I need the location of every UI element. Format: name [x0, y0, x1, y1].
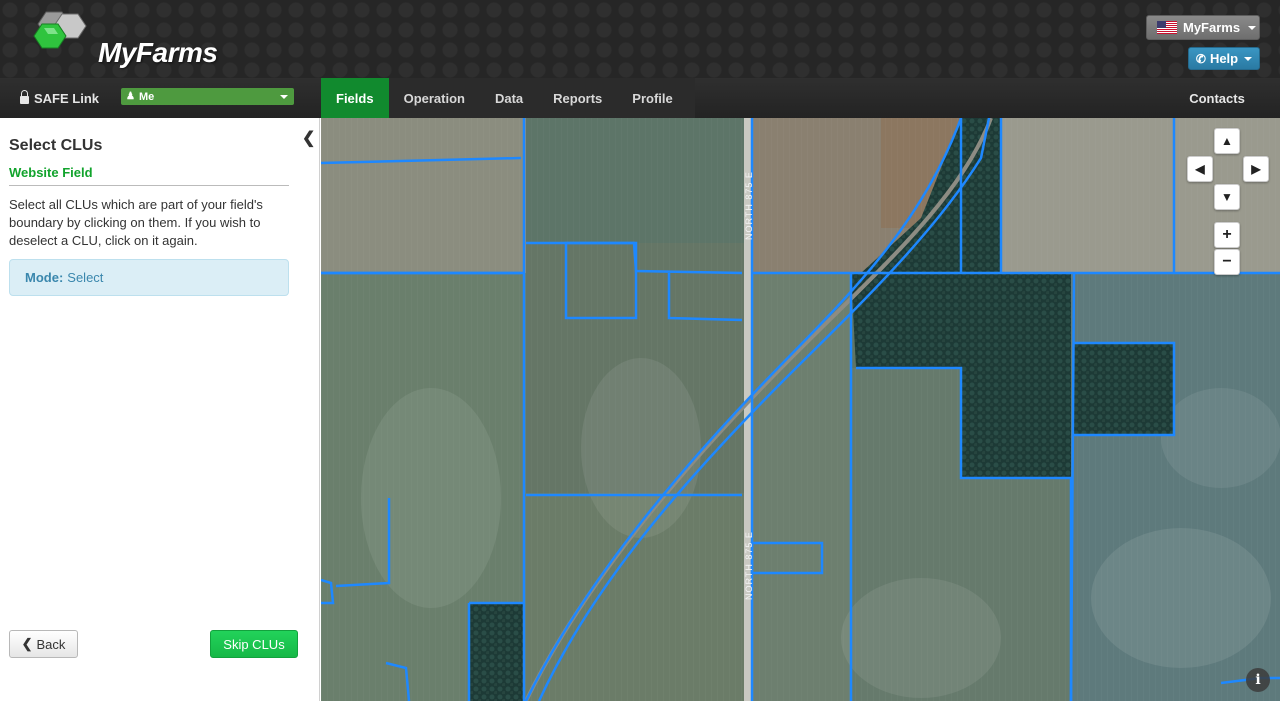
- app-header: MyFarms MyFarms ✆ Help: [0, 0, 1280, 78]
- mode-label: Mode:: [25, 270, 64, 285]
- caret-down-icon: [280, 95, 288, 99]
- back-label: Back: [36, 636, 66, 652]
- field-name: Website Field: [9, 165, 93, 180]
- account-label: MyFarms: [1183, 20, 1241, 35]
- panel-title: Select CLUs: [9, 137, 103, 154]
- instructions-text: Select all CLUs which are part of your f…: [9, 197, 263, 248]
- tab-profile[interactable]: Profile: [617, 78, 687, 118]
- caret-down-icon: [1244, 56, 1253, 61]
- info-icon[interactable]: i: [1246, 668, 1270, 692]
- map-view[interactable]: NORTH 875 E NORTH 875 E ▲ ◀ ▶ ▼ + − i: [321, 118, 1280, 701]
- skip-clus-button[interactable]: Skip CLUs: [210, 630, 298, 658]
- back-button[interactable]: ❮ Back: [9, 630, 78, 658]
- logo-text: MyFarms: [98, 37, 218, 68]
- caret-down-icon: [1248, 25, 1257, 30]
- pan-right-button[interactable]: ▶: [1243, 156, 1269, 182]
- zoom-in-button[interactable]: +: [1214, 222, 1240, 248]
- lock-icon: [20, 90, 29, 104]
- mode-value: Select: [67, 270, 104, 285]
- safe-link-label: SAFE Link: [34, 90, 100, 106]
- road-label: NORTH 875 E: [744, 531, 754, 600]
- nav-tabs: Fields Operation Data Reports Profile: [321, 78, 695, 118]
- select-clus-panel: ❮ Select CLUs Website Field Select all C…: [0, 118, 320, 701]
- tab-fields[interactable]: Fields: [321, 78, 389, 118]
- pan-down-button[interactable]: ▼: [1214, 184, 1240, 210]
- user-icon: ♟: [126, 91, 135, 102]
- us-flag-icon: [1157, 21, 1177, 34]
- divider: [9, 185, 289, 186]
- mode-indicator: Mode: Select: [9, 259, 289, 296]
- tab-operation[interactable]: Operation: [389, 78, 480, 118]
- main-navbar: SAFE Link ♟ Me Fields Operation Data Rep…: [0, 78, 1280, 118]
- contacts-link[interactable]: Contacts: [1175, 78, 1259, 118]
- zoom-out-button[interactable]: −: [1214, 249, 1240, 275]
- collapse-panel-chevron-icon[interactable]: ❮: [302, 128, 315, 148]
- user-select-value: Me: [138, 90, 155, 103]
- help-dropdown-button[interactable]: ✆ Help: [1188, 47, 1260, 70]
- help-label: Help: [1209, 51, 1239, 66]
- tab-reports[interactable]: Reports: [538, 78, 617, 118]
- user-select[interactable]: ♟ Me: [121, 88, 294, 105]
- tab-data[interactable]: Data: [480, 78, 538, 118]
- phone-icon: ✆: [1195, 51, 1206, 66]
- road-label: NORTH 875 E: [744, 171, 754, 240]
- safe-link[interactable]: SAFE Link: [20, 78, 99, 118]
- account-dropdown-button[interactable]: MyFarms: [1146, 15, 1260, 40]
- chevron-left-icon: ❮: [21, 636, 33, 651]
- aerial-imagery: [321, 118, 1280, 701]
- pan-up-button[interactable]: ▲: [1214, 128, 1240, 154]
- myfarms-logo[interactable]: MyFarms: [32, 10, 232, 68]
- pan-left-button[interactable]: ◀: [1187, 156, 1213, 182]
